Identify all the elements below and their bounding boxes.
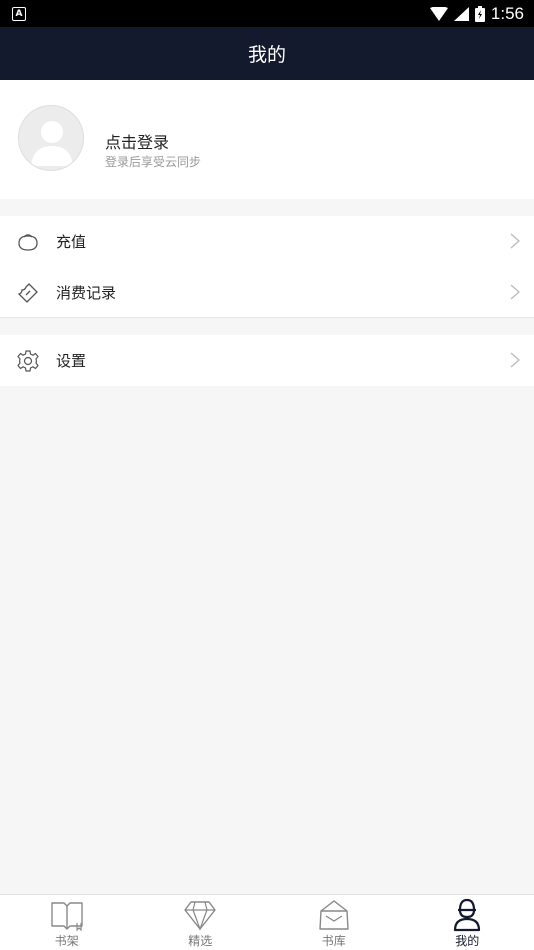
cellular-signal-icon xyxy=(453,6,469,21)
coin-purse-icon xyxy=(16,230,40,254)
page-title: 我的 xyxy=(247,44,286,66)
wifi-icon xyxy=(429,6,448,21)
menu-item-spending-record[interactable]: 消费记录 xyxy=(0,267,534,318)
divider xyxy=(0,317,534,318)
default-avatar-icon xyxy=(31,121,73,166)
gear-icon xyxy=(16,349,40,373)
tab-label: 书库 xyxy=(321,934,346,948)
bottom-tab-bar: 书架 精选 书库 我的 xyxy=(0,894,534,950)
tab-mine[interactable]: 我的 xyxy=(401,895,534,950)
menu-item-recharge[interactable]: 充值 xyxy=(0,216,534,267)
profile-card[interactable]: 点击登录 登录后享受云同步 xyxy=(0,80,534,199)
tab-library[interactable]: 书库 xyxy=(267,895,401,950)
title-bar: 我的 xyxy=(0,27,534,80)
menu-group-settings: 设置 xyxy=(0,335,534,386)
bag-icon xyxy=(316,898,352,932)
open-book-icon xyxy=(49,898,85,932)
tab-label: 书架 xyxy=(54,934,79,948)
login-prompt[interactable]: 点击登录 xyxy=(105,129,169,153)
chevron-right-icon xyxy=(510,352,520,368)
battery-icon xyxy=(474,5,485,22)
tab-bookshelf[interactable]: 书架 xyxy=(0,895,134,950)
tab-featured[interactable]: 精选 xyxy=(134,895,268,950)
menu-item-label: 充值 xyxy=(56,233,87,251)
menu-group-account: 充值 消费记录 xyxy=(0,216,534,318)
app-badge-text: A xyxy=(15,8,23,19)
person-icon xyxy=(449,898,485,932)
status-time: 1:56 xyxy=(490,3,524,23)
chevron-right-icon xyxy=(510,233,520,249)
status-bar: A 1:56 xyxy=(0,0,534,27)
menu-item-label: 消费记录 xyxy=(56,284,117,302)
diamond-icon xyxy=(182,898,218,932)
tab-label: 我的 xyxy=(455,934,480,948)
menu-item-label: 设置 xyxy=(56,352,87,370)
chevron-right-icon xyxy=(510,284,520,300)
app-notification-icon: A xyxy=(12,6,26,21)
tab-label: 精选 xyxy=(188,934,213,948)
login-subtitle: 登录后享受云同步 xyxy=(105,155,202,169)
menu-item-settings[interactable]: 设置 xyxy=(0,335,534,386)
avatar[interactable] xyxy=(18,105,84,171)
ticket-icon xyxy=(16,281,40,305)
